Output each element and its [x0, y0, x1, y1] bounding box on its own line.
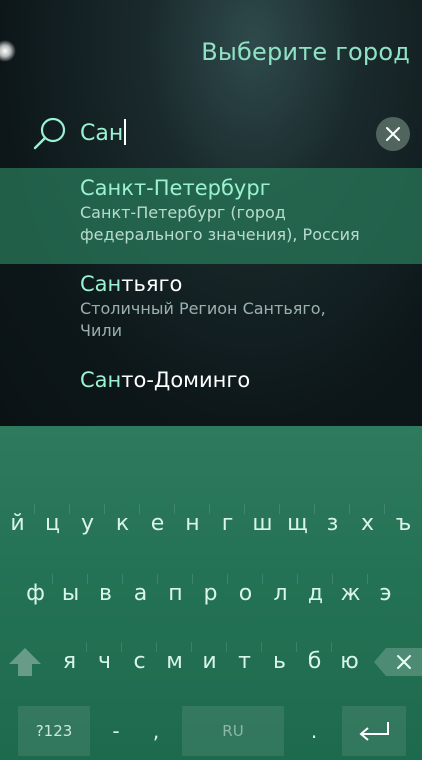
key[interactable]: й: [0, 496, 35, 552]
key[interactable]: и: [192, 634, 227, 690]
search-row: Сан: [0, 108, 422, 164]
key[interactable]: е: [140, 496, 175, 552]
key[interactable]: л: [263, 566, 298, 622]
key[interactable]: ш: [245, 496, 280, 552]
symbols-key[interactable]: ?123: [18, 706, 90, 756]
result-title: Санто-Доминго: [80, 368, 251, 392]
key[interactable]: п: [158, 566, 193, 622]
key[interactable]: я: [52, 634, 87, 690]
key[interactable]: а: [123, 566, 158, 622]
backspace-key[interactable]: [372, 634, 422, 690]
clear-search-button[interactable]: [376, 117, 410, 151]
result-subtitle: федерального значения), Россия: [80, 225, 360, 244]
result-subtitle: Санкт-Петербург (город: [80, 203, 286, 222]
key[interactable]: н: [175, 496, 210, 552]
key[interactable]: в: [88, 566, 123, 622]
key[interactable]: о: [228, 566, 263, 622]
close-icon: [386, 127, 400, 141]
key[interactable]: э: [368, 566, 403, 622]
keyboard-row-4: ?123 - , RU .: [0, 706, 422, 760]
result-subtitle: Столичный Регион Сантьяго,: [80, 299, 326, 318]
shift-key[interactable]: [0, 634, 50, 690]
key[interactable]: х: [350, 496, 385, 552]
key[interactable]: б: [297, 634, 332, 690]
key[interactable]: з: [315, 496, 350, 552]
key[interactable]: м: [157, 634, 192, 690]
keyboard-row-1: й ц у к е н г ш щ з х ъ: [0, 496, 422, 552]
top-area: Выберите город Сан Санкт-Петербург Санкт…: [0, 0, 422, 426]
ambient-glow: [0, 40, 16, 62]
key[interactable]: к: [105, 496, 140, 552]
keyboard-row-3: я ч с м и т ь б ю: [0, 634, 422, 690]
key[interactable]: щ: [280, 496, 315, 552]
key[interactable]: с: [122, 634, 157, 690]
result-item-santo-domingo[interactable]: Санто-Доминго: [0, 360, 422, 426]
backspace-icon: [374, 648, 422, 676]
dash-key[interactable]: -: [96, 706, 136, 756]
enter-key[interactable]: [342, 706, 406, 756]
result-title: Сантьяго: [80, 272, 183, 296]
key[interactable]: д: [298, 566, 333, 622]
key[interactable]: ч: [87, 634, 122, 690]
key[interactable]: ж: [333, 566, 368, 622]
page-title: Выберите город: [201, 38, 410, 66]
search-input-text: Сан: [80, 121, 124, 146]
period-key[interactable]: .: [292, 706, 336, 756]
result-subtitle: Чили: [80, 321, 122, 340]
key[interactable]: ф: [18, 566, 53, 622]
search-input[interactable]: Сан: [80, 114, 127, 154]
key[interactable]: ы: [53, 566, 88, 622]
space-key[interactable]: RU: [182, 706, 284, 756]
results-list: Санкт-Петербург Санкт-Петербург (город ф…: [0, 168, 422, 426]
shift-arrow-icon: [9, 648, 41, 676]
key[interactable]: ц: [35, 496, 70, 552]
result-item-santiago[interactable]: Сантьяго Столичный Регион Сантьяго, Чили: [0, 264, 422, 360]
search-icon: [33, 117, 66, 150]
key[interactable]: г: [210, 496, 245, 552]
key[interactable]: ю: [332, 634, 367, 690]
virtual-keyboard: й ц у к е н г ш щ з х ъ ф ы в а п р о л …: [0, 426, 422, 760]
language-label: RU: [222, 722, 244, 740]
comma-key[interactable]: ,: [136, 706, 176, 756]
key[interactable]: ъ: [385, 496, 422, 552]
key[interactable]: ь: [262, 634, 297, 690]
enter-arrow-icon: [359, 722, 389, 741]
key[interactable]: т: [227, 634, 262, 690]
result-title: Санкт-Петербург: [80, 176, 271, 200]
result-item-saint-petersburg[interactable]: Санкт-Петербург Санкт-Петербург (город ф…: [0, 168, 422, 264]
keyboard-row-2: ф ы в а п р о л д ж э: [0, 566, 422, 622]
text-caret: [124, 119, 127, 145]
key[interactable]: р: [193, 566, 228, 622]
key[interactable]: у: [70, 496, 105, 552]
